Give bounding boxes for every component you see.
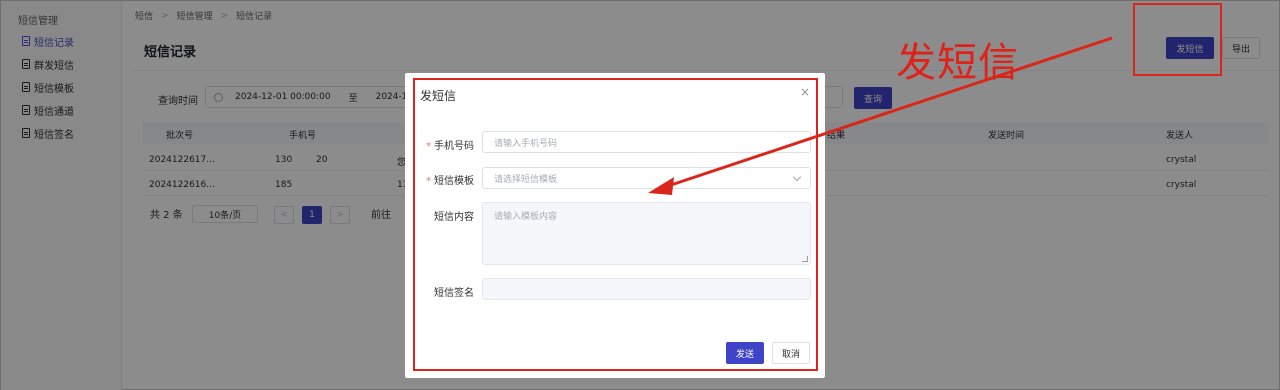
signature-label: 短信签名 <box>434 288 474 299</box>
chevron-down-icon <box>792 172 802 182</box>
modal-backdrop-sidebar <box>0 0 121 390</box>
content-textarea[interactable]: 请输入模板内容 <box>482 202 811 265</box>
send-button[interactable]: 发送 <box>726 342 764 364</box>
required-mark: * <box>426 141 431 152</box>
resize-handle-icon[interactable] <box>802 256 808 262</box>
phone-label: * 手机号码 <box>426 141 474 152</box>
content-label: 短信内容 <box>434 212 474 223</box>
template-label: * 短信模板 <box>426 176 474 187</box>
phone-input[interactable]: 请输入手机号码 <box>482 131 811 153</box>
dialog-title: 发短信 <box>420 89 457 103</box>
cancel-button[interactable]: 取消 <box>772 342 810 364</box>
annotation-highlight-box <box>1133 3 1222 76</box>
annotation-label: 发短信 <box>896 40 1019 86</box>
signature-input <box>482 278 811 300</box>
template-select[interactable]: 请选择短信模板 <box>482 167 811 189</box>
required-mark: * <box>426 176 431 187</box>
close-icon[interactable]: × <box>800 85 810 99</box>
